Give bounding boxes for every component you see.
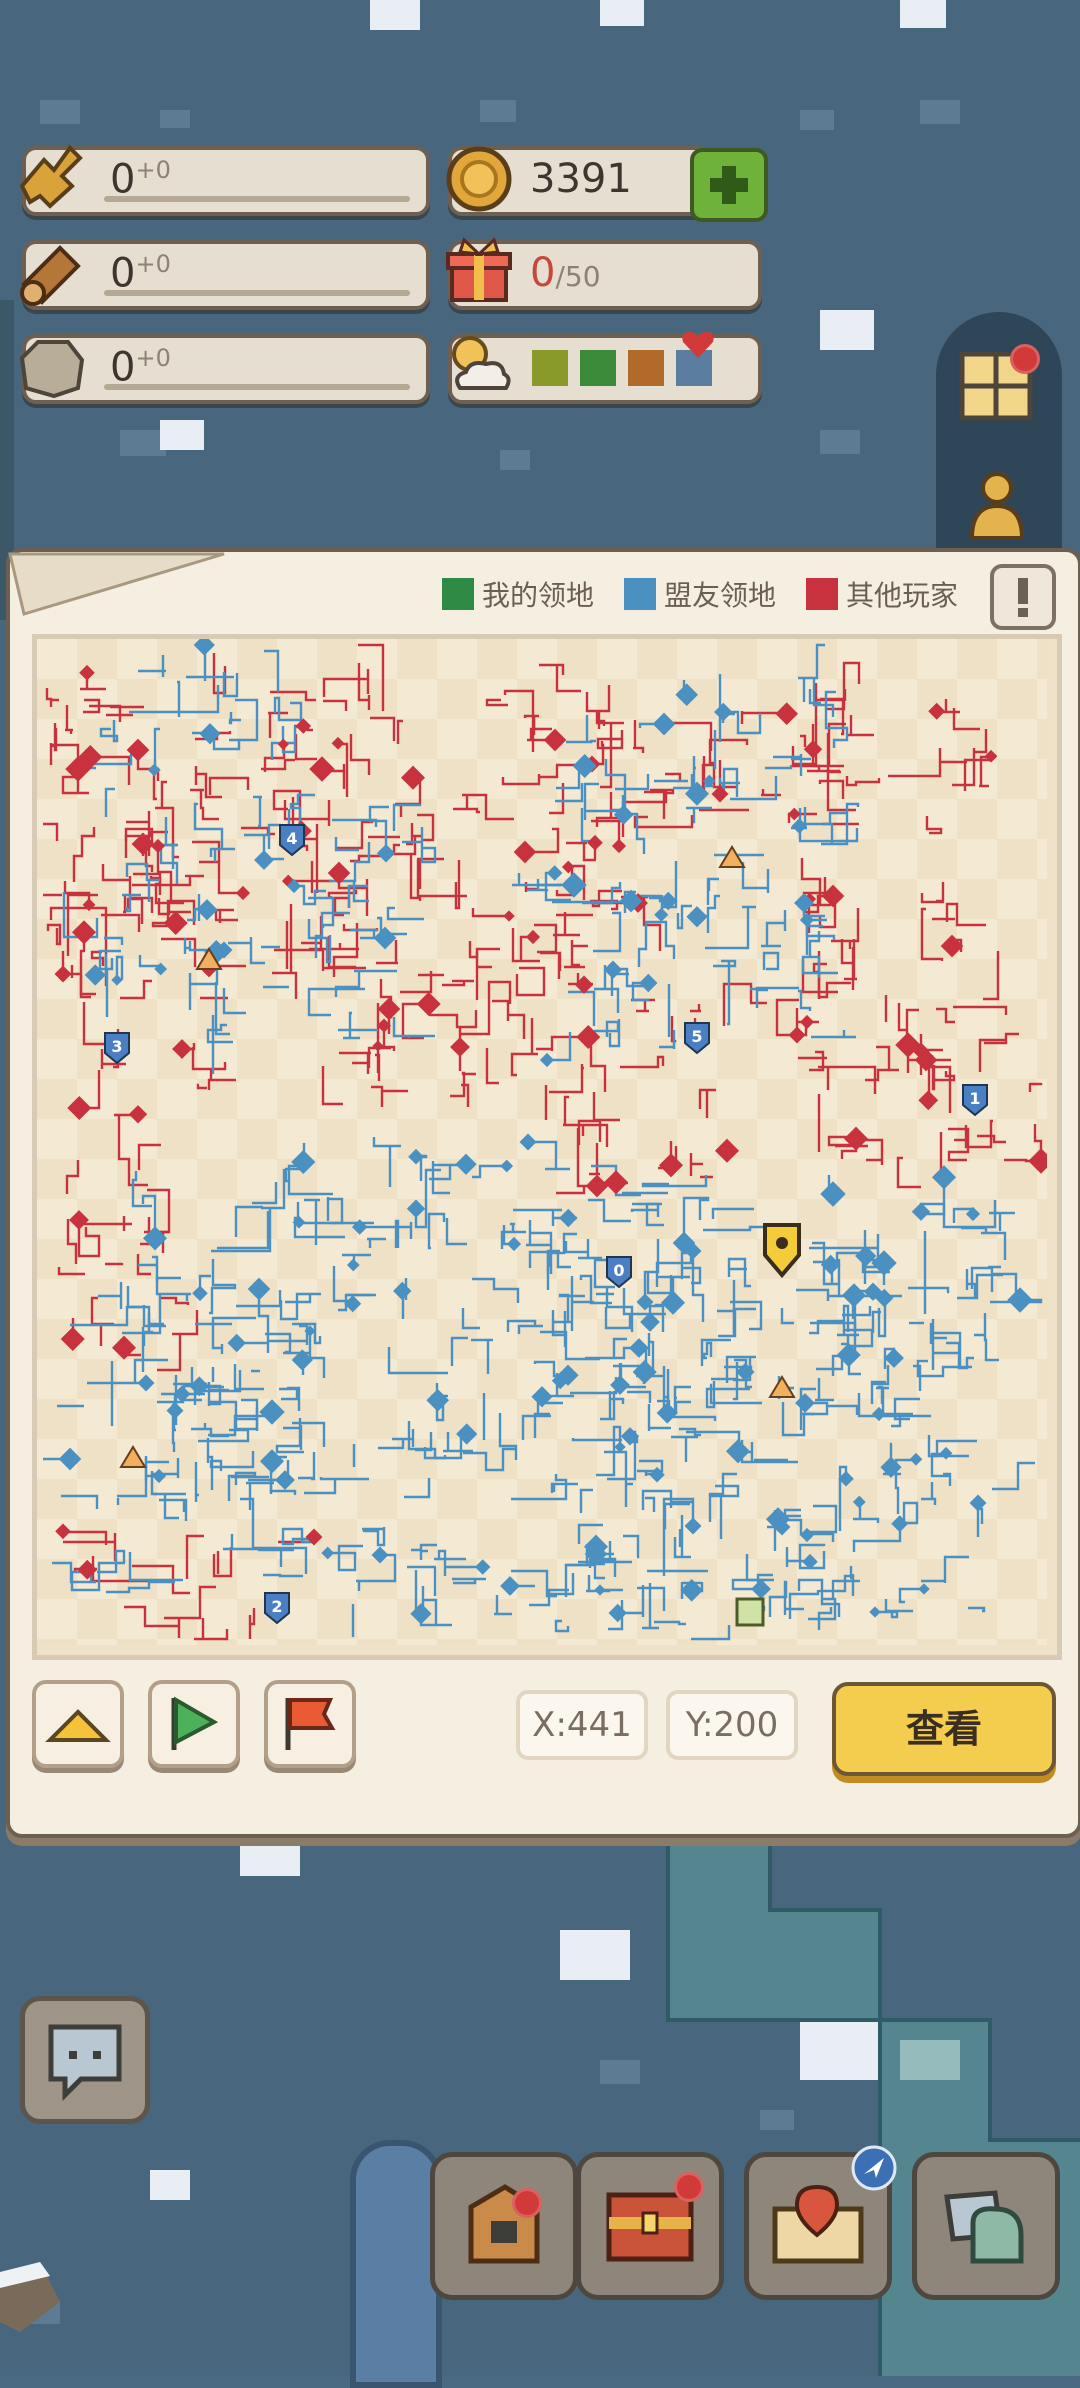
season-bar-1 — [532, 350, 568, 386]
coin-icon — [446, 146, 512, 212]
world-map-panel: 我的领地 盟友领地 其他玩家 4 3 5 1 0 2 X:441 Y:200 查看 — [6, 548, 1080, 1838]
coord-y-field[interactable]: Y:200 — [666, 1690, 798, 1760]
info-button[interactable] — [990, 564, 1056, 630]
bag-button[interactable] — [430, 2152, 578, 2300]
bag-icon — [468, 2184, 540, 2264]
legend-item-ally: 盟友领地 — [623, 574, 776, 614]
wood-delta: +0 — [135, 250, 171, 278]
water-pool — [350, 2140, 442, 2388]
legend-item-others: 其他玩家 — [805, 574, 958, 614]
snowy-building — [0, 2262, 60, 2332]
home-tent-icon — [45, 1709, 111, 1742]
marker-label: 3 — [111, 1037, 122, 1056]
coin-value: 3391 — [530, 156, 632, 202]
legend-label-mine: 我的领地 — [481, 579, 594, 612]
chest-button[interactable] — [576, 2152, 724, 2300]
stone-value: 0 — [110, 344, 136, 391]
enemy-flag-button[interactable] — [264, 1680, 356, 1768]
page-curl-decoration — [8, 552, 225, 616]
marker-label: 0 — [613, 1261, 624, 1280]
gift-max: /50 — [555, 260, 601, 293]
notification-dot — [1010, 344, 1040, 374]
stone-icon — [19, 340, 85, 399]
chat-icon — [48, 2024, 122, 2102]
stone-delta: +0 — [135, 344, 171, 372]
marker-label: 2 — [271, 1597, 282, 1616]
territory-map[interactable]: 4 3 5 1 0 2 — [37, 639, 1047, 1645]
pet-icon — [944, 2190, 1024, 2264]
ally-flag-button[interactable] — [148, 1680, 240, 1768]
legend-label-ally: 盟友领地 — [663, 579, 776, 612]
bag-notification-dot — [512, 2188, 542, 2218]
navigation-badge-icon — [851, 2145, 897, 2191]
heart-icon — [682, 332, 714, 358]
map-legend: 我的领地 盟友领地 其他玩家 — [441, 574, 958, 614]
green-flag-icon — [171, 1696, 219, 1750]
log-icon — [20, 245, 81, 306]
wheat-icon — [19, 144, 83, 209]
gift-icon — [446, 237, 512, 302]
add-coins-button[interactable] — [690, 148, 768, 222]
minimap[interactable]: 4 3 5 1 0 2 — [32, 634, 1062, 1660]
base-icon[interactable] — [735, 1597, 765, 1627]
weather-icon — [452, 336, 511, 390]
legend-item-mine: 我的领地 — [441, 574, 594, 614]
season-bar-2 — [580, 350, 616, 386]
wood-value: 0 — [110, 250, 136, 297]
food-delta: +0 — [135, 156, 171, 184]
chat-button[interactable] — [20, 1996, 150, 2124]
character-icon[interactable] — [966, 470, 1028, 540]
gift-current: 0 — [530, 250, 556, 296]
red-flag-icon — [285, 1698, 336, 1750]
food-value: 0 — [110, 156, 136, 203]
view-button[interactable]: 查看 — [832, 1682, 1056, 1776]
season-bar-3 — [628, 350, 664, 386]
coord-x-field[interactable]: X:441 — [516, 1690, 648, 1760]
legend-label-others: 其他玩家 — [845, 579, 958, 612]
pet-button[interactable] — [912, 2152, 1060, 2300]
chest-notification-dot — [674, 2172, 704, 2202]
current-location-pin-dot — [776, 1237, 788, 1249]
marker-label: 4 — [286, 829, 297, 848]
marker-label: 1 — [969, 1089, 980, 1108]
home-button[interactable] — [32, 1680, 124, 1768]
marker-label: 5 — [691, 1027, 702, 1046]
